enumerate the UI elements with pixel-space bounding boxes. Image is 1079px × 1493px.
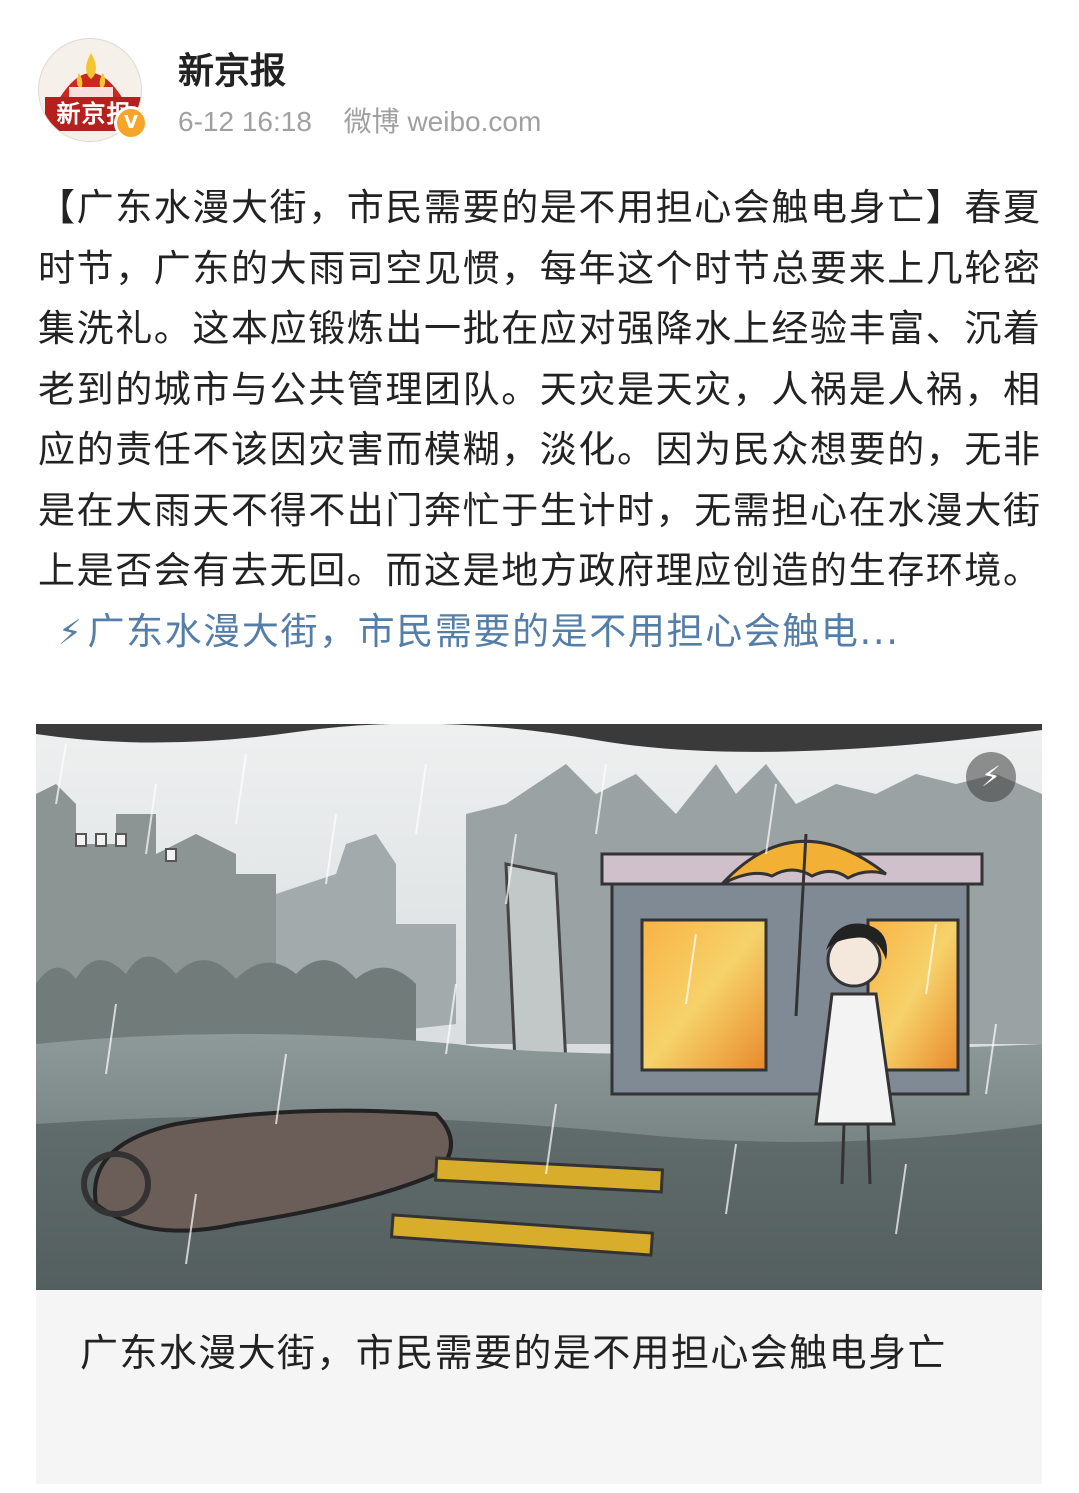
account-name[interactable]: 新京报 [178, 50, 286, 94]
post-link[interactable]: 广东水漫大街，市民需要的是不用担心会触电... [87, 610, 899, 653]
post-header: 新京报 V 新京报 6-12 16:18 微博 weibo.com [0, 0, 1079, 150]
card-title[interactable]: 广东水漫大街，市民需要的是不用担心会触电身亡 [80, 1324, 1000, 1382]
post-text: 【广东水漫大街，市民需要的是不用担心会触电身亡】春夏时节，广东的大雨司空见惯，每… [38, 178, 1044, 663]
article-card[interactable]: ⚡ 广东水漫大街，市民需要的是不用担心会触电身亡 [36, 724, 1042, 1484]
verified-badge-icon: V [114, 106, 148, 140]
lightning-badge-icon: ⚡ [966, 752, 1016, 802]
post-meta: 6-12 16:18 微博 weibo.com [178, 104, 565, 140]
link-lightning-icon[interactable]: ⚡ [58, 603, 83, 664]
card-illustration [36, 724, 1042, 1290]
post-content: 【广东水漫大街，市民需要的是不用担心会触电身亡】春夏时节，广东的大雨司空见惯，每… [38, 186, 1042, 592]
post-source: 微博 weibo.com [343, 106, 542, 137]
post-time: 6-12 16:18 [178, 106, 312, 137]
